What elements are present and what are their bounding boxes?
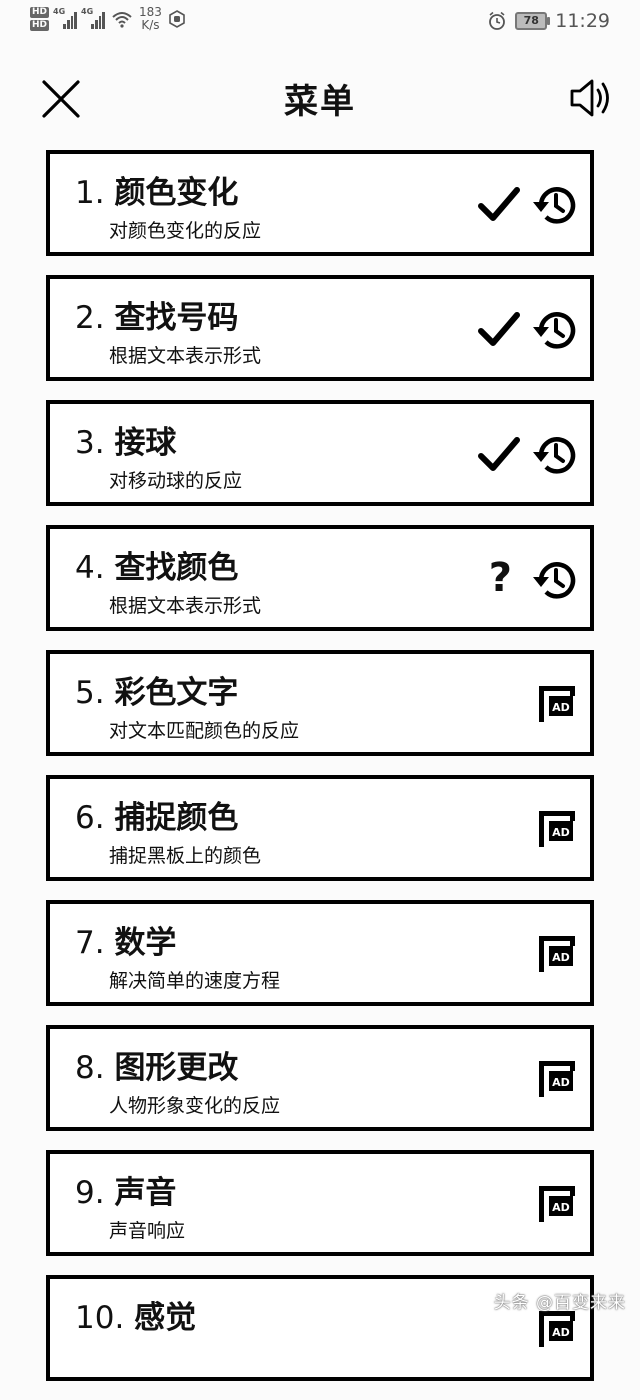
ad-icon[interactable]: AD bbox=[537, 684, 577, 724]
ad-label: AD bbox=[552, 1201, 570, 1214]
hd-indicators: HD HD bbox=[30, 7, 50, 31]
menu-item[interactable]: 7. 数学解决简单的速度方程 AD bbox=[46, 900, 594, 1006]
history-icon[interactable] bbox=[532, 432, 578, 478]
hd2-badge: HD bbox=[30, 20, 50, 31]
speaker-icon[interactable] bbox=[568, 76, 614, 120]
menu-item[interactable]: 1. 颜色变化对颜色变化的反应 bbox=[46, 150, 594, 256]
status-left: HD HD 4G 4G 183 K/s bbox=[30, 6, 186, 32]
menu-item-title: 7. 数学 bbox=[75, 917, 176, 962]
question-mark: ? bbox=[488, 555, 512, 601]
menu-item-label: 感觉 bbox=[134, 1300, 197, 1336]
menu-item[interactable]: 8. 图形更改人物形象变化的反应 AD bbox=[46, 1025, 594, 1131]
menu-item-title: 3. 接球 bbox=[75, 417, 176, 462]
menu-item-title: 10. 感觉 bbox=[75, 1292, 196, 1337]
network-speed: 183 K/s bbox=[139, 6, 162, 32]
menu-item-label: 查找颜色 bbox=[114, 550, 239, 586]
ad-label: AD bbox=[552, 701, 570, 714]
menu-item[interactable]: 9. 声音声音响应 AD bbox=[46, 1150, 594, 1256]
signal-1-icon: 4G bbox=[53, 7, 78, 29]
wifi-icon bbox=[112, 12, 132, 28]
menu-item-description: 人物形象变化的反应 bbox=[109, 1095, 281, 1117]
ad-icon[interactable]: AD bbox=[537, 1309, 577, 1349]
status-right: 78 11:29 bbox=[487, 10, 610, 32]
hand-icon bbox=[169, 10, 185, 28]
menu-item[interactable]: 5. 彩色文字对文本匹配颜色的反应 AD bbox=[46, 650, 594, 756]
menu-item-number: 3. bbox=[75, 425, 105, 461]
menu-item-title: 5. 彩色文字 bbox=[75, 667, 238, 712]
menu-item-title: 2. 查找号码 bbox=[75, 292, 238, 337]
page-title: 菜单 bbox=[284, 82, 356, 122]
menu-list: 1. 颜色变化对颜色变化的反应 2. 查找号码根据文本表示形式 3. 接球对移动球的… bbox=[46, 150, 594, 1400]
net2-label: 4G bbox=[81, 7, 94, 16]
checkmark-icon bbox=[478, 437, 520, 471]
ad-label: AD bbox=[552, 951, 570, 964]
history-icon[interactable] bbox=[532, 182, 578, 228]
menu-item-label: 彩色文字 bbox=[114, 675, 239, 711]
menu-item-title: 6. 捕捉颜色 bbox=[75, 792, 238, 837]
alarm-icon bbox=[489, 11, 506, 30]
menu-item-number: 1. bbox=[75, 175, 105, 211]
history-icon[interactable] bbox=[532, 557, 578, 603]
menu-item[interactable]: 3. 接球对移动球的反应 bbox=[46, 400, 594, 506]
checkmark-icon bbox=[478, 312, 520, 346]
checkmark-icon bbox=[478, 187, 520, 221]
history-icon[interactable] bbox=[532, 307, 578, 353]
menu-item-label: 颜色变化 bbox=[114, 175, 239, 211]
watermark: 头条 @百变来来 bbox=[493, 1293, 626, 1313]
ad-label: AD bbox=[552, 1326, 570, 1339]
menu-item-number: 6. bbox=[75, 800, 105, 836]
menu-item-label: 捕捉颜色 bbox=[114, 800, 239, 836]
status-bar: HD HD 4G 4G 183 K/s 78 11:29 bbox=[0, 0, 640, 48]
signal-2-icon: 4G bbox=[81, 7, 106, 29]
clock: 11:29 bbox=[555, 10, 610, 32]
menu-item-title: 9. 声音 bbox=[75, 1167, 176, 1212]
ad-icon[interactable]: AD bbox=[537, 934, 577, 974]
menu-item-label: 接球 bbox=[114, 425, 177, 461]
menu-item[interactable]: 2. 查找号码根据文本表示形式 bbox=[46, 275, 594, 381]
menu-item-title: 8. 图形更改 bbox=[75, 1042, 238, 1087]
menu-item-label: 查找号码 bbox=[114, 300, 239, 336]
menu-item-number: 10. bbox=[75, 1300, 125, 1336]
menu-item-label: 声音 bbox=[114, 1175, 177, 1211]
menu-item-number: 4. bbox=[75, 550, 105, 586]
menu-item-description: 捕捉黑板上的颜色 bbox=[109, 845, 262, 867]
menu-item-label: 图形更改 bbox=[114, 1050, 239, 1086]
menu-item-description: 声音响应 bbox=[109, 1220, 186, 1242]
menu-item-description: 根据文本表示形式 bbox=[109, 595, 262, 617]
hd1-badge: HD bbox=[30, 7, 50, 18]
menu-item-description: 解决简单的速度方程 bbox=[109, 970, 281, 992]
menu-item-number: 9. bbox=[75, 1175, 105, 1211]
ad-icon[interactable]: AD bbox=[537, 1059, 577, 1099]
menu-item-number: 2. bbox=[75, 300, 105, 336]
menu-item-description: 对颜色变化的反应 bbox=[109, 220, 262, 242]
menu-item-number: 5. bbox=[75, 675, 105, 711]
menu-item-description: 对文本匹配颜色的反应 bbox=[109, 720, 300, 742]
ad-icon[interactable]: AD bbox=[537, 809, 577, 849]
menu-header: 菜单 bbox=[0, 60, 640, 136]
net1-label: 4G bbox=[53, 7, 66, 16]
ad-label: AD bbox=[552, 1076, 570, 1089]
menu-item-number: 7. bbox=[75, 925, 105, 961]
menu-item-number: 8. bbox=[75, 1050, 105, 1086]
battery-indicator: 78 bbox=[515, 12, 551, 30]
menu-item-title: 1. 颜色变化 bbox=[75, 167, 238, 212]
ad-label: AD bbox=[552, 826, 570, 839]
speed-unit: K/s bbox=[141, 18, 160, 32]
menu-item-description: 根据文本表示形式 bbox=[109, 345, 262, 367]
menu-item[interactable]: 6. 捕捉颜色捕捉黑板上的颜色 AD bbox=[46, 775, 594, 881]
menu-item[interactable]: 4. 查找颜色根据文本表示形式? bbox=[46, 525, 594, 631]
menu-item-label: 数学 bbox=[114, 925, 177, 961]
menu-item-description: 对移动球的反应 bbox=[109, 470, 243, 492]
menu-item-title: 4. 查找颜色 bbox=[75, 542, 238, 587]
ad-icon[interactable]: AD bbox=[537, 1184, 577, 1224]
